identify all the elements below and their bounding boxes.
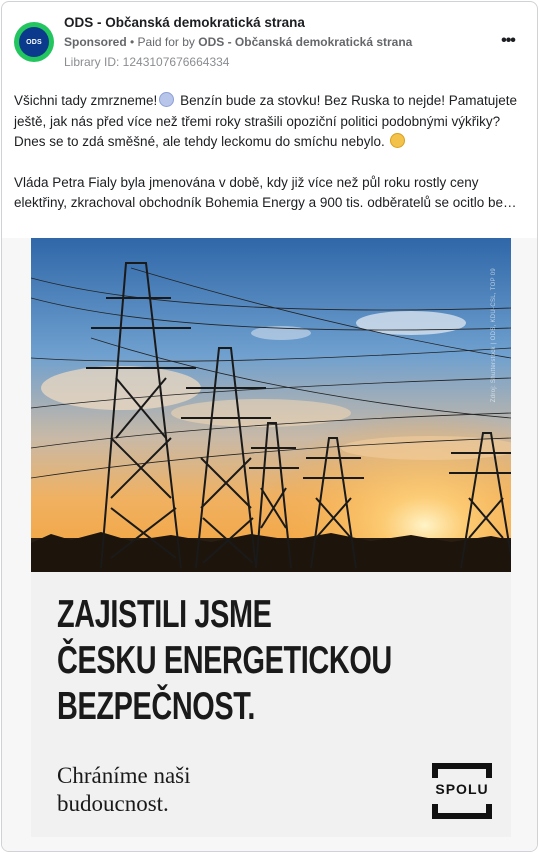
text-segment: Benzín bude za stovku! Bez Ruska to nejd…: [180, 93, 445, 108]
post-text: Všichni tady zmrzneme! Benzín bude za st…: [14, 91, 530, 214]
post-header: ODS ODS - Občanská demokratická strana S…: [2, 2, 537, 82]
ad-creative[interactable]: Zdroj: Shutterstock | ODS, KDU-ČSL, TOP …: [2, 238, 537, 851]
tagline-line: Chráníme naši: [57, 763, 191, 788]
headline-line: ZAJISTILI JSME: [57, 593, 272, 636]
more-options-button[interactable]: •••: [497, 30, 519, 52]
paid-for-prefix: • Paid for by: [130, 35, 195, 49]
sponsored-label: Sponsored: [64, 35, 127, 49]
cold-face-emoji-icon: [159, 92, 175, 107]
ad-text-panel: ZAJISTILI JSME ČESKU ENERGETICKOU BEZPEČ…: [31, 572, 511, 837]
ad-headline: ZAJISTILI JSME ČESKU ENERGETICKOU BEZPEČ…: [57, 592, 392, 730]
avatar[interactable]: ODS: [14, 22, 54, 62]
power-lines-illustration: [31, 238, 511, 572]
spolu-logo: SPOLU: [431, 762, 493, 820]
text-segment: Všichni tady zmrzneme!: [14, 93, 158, 108]
post-text-line: Všichni tady zmrzneme! Benzín bude za st…: [14, 91, 530, 153]
power-lines-photo: Zdroj: Shutterstock | ODS, KDU-ČSL, TOP …: [31, 238, 511, 572]
paid-for-name: ODS - Občanská demokratická strana: [198, 35, 413, 49]
ad-tagline: Chráníme naši budoucnost.: [57, 762, 191, 818]
ods-logo: ODS: [19, 27, 49, 57]
post-text-paragraph: Vláda Petra Fialy byla jmenována v době,…: [14, 174, 517, 211]
tagline-line: budoucnost.: [57, 791, 169, 816]
headline-line: ČESKU ENERGETICKOU: [57, 639, 392, 682]
spolu-logo-text: SPOLU: [435, 781, 489, 797]
photo-credit: Zdroj: Shutterstock | ODS, KDU-ČSL, TOP …: [491, 268, 497, 403]
sponsored-line: Sponsored • Paid for by ODS - Občanská d…: [64, 35, 412, 49]
ad-card: ODS ODS - Občanská demokratická strana S…: [1, 1, 538, 852]
more-horizontal-icon: •••: [501, 32, 516, 49]
headline-line: BEZPEČNOST.: [57, 685, 255, 728]
grinning-emoji-icon: [390, 133, 406, 148]
page-name-link[interactable]: ODS - Občanská demokratická strana: [64, 15, 305, 30]
library-id: Library ID: 1243107676664334: [64, 55, 230, 69]
